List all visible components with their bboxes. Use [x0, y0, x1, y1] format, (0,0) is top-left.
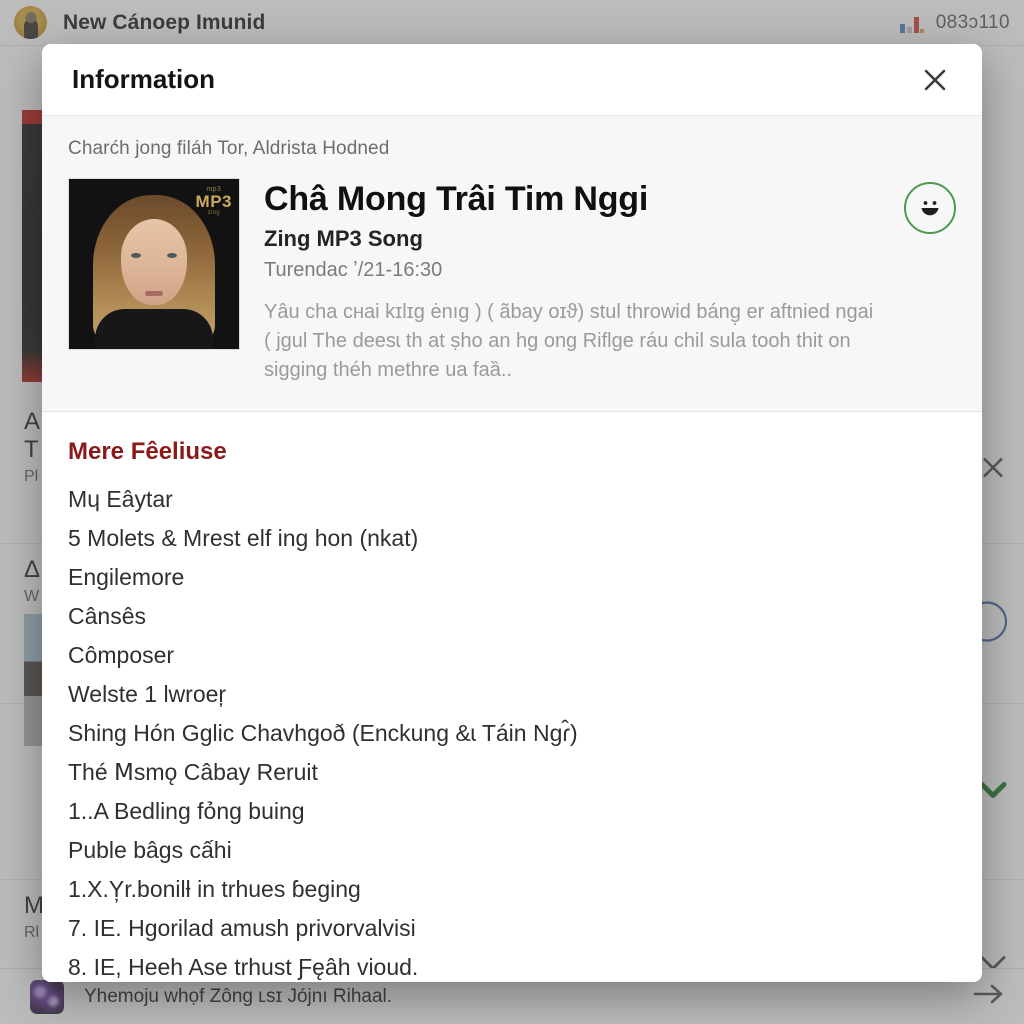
- item-title: Châ Mong Trâi Tim Nggi: [264, 180, 649, 218]
- detail-line: Welste 1 lwroeŗ: [68, 681, 227, 708]
- information-dialog: Information Charćh jong filáh Tor, Aldri…: [42, 44, 982, 982]
- item-subtitle: Zing MP3 Song: [264, 226, 423, 252]
- detail-line: Cômposer: [68, 642, 175, 669]
- detail-line: 1..A Bedling fỏng buing: [68, 798, 305, 825]
- detail-line: 5 Molets & Mrest elf ing hon (nkat): [68, 525, 419, 552]
- detail-line: Cânsês: [68, 603, 146, 630]
- detail-line: 1.X.Y̦r.bonilƚ in trhues ɓeging: [68, 876, 361, 903]
- cover-shirt-shape: [95, 309, 213, 349]
- dialog-title: Information: [72, 64, 215, 94]
- item-description: Yâu cha cʜai kɪlɪg ėnıg ) ( ãbay oɪϑ) st…: [264, 301, 874, 382]
- dialog-header: Information: [42, 44, 982, 116]
- cover-eye-left: [131, 253, 141, 258]
- detail-line: Thé Ⅿsmǫ Câbay Reruit: [68, 759, 318, 786]
- detail-line: Engilemore: [68, 564, 185, 591]
- album-cover-image: mp3 MP3 zing: [68, 178, 240, 350]
- smiley-face-icon[interactable]: [904, 182, 956, 234]
- cover-mouth: [145, 291, 163, 296]
- dialog-details-section: Mere Fêeliuse Mɥ Eâytar 5 Molets & Mrest…: [42, 412, 982, 982]
- cover-badge-big: MP3: [195, 192, 232, 211]
- cover-mp3-badge: mp3 MP3 zing: [196, 186, 232, 216]
- detail-line: Mɥ Eâytar: [68, 486, 173, 513]
- dialog-summary-section: Charćh jong filáh Tor, Aldrista Hodned m…: [42, 116, 982, 413]
- close-icon[interactable]: [914, 59, 956, 101]
- item-timestamp: Turendac ʼ/21-16:30: [264, 259, 443, 282]
- summary-body: mp3 MP3 zing Châ Mong Trâi Tim Nggi Zing…: [68, 178, 956, 385]
- detail-line: 7. IE. Hgorilad amush privorvalvisi: [68, 915, 416, 942]
- detail-line: 8. IE, Heeh Ase trhust Ƒęâh vioud.: [68, 954, 419, 981]
- cover-eye-right: [167, 253, 177, 258]
- summary-text-block: Châ Mong Trâi Tim Nggi Zing MP3 Song Tur…: [264, 178, 880, 385]
- detail-line: Shing Hón Gglic Chavhgoð (Enckung &ɩ Tái…: [68, 720, 578, 747]
- breadcrumb: Charćh jong filáh Tor, Aldrista Hodned: [68, 138, 390, 159]
- detail-line: Puble bâgs cấhi: [68, 837, 232, 864]
- details-heading: Mere Fêeliuse: [68, 438, 227, 466]
